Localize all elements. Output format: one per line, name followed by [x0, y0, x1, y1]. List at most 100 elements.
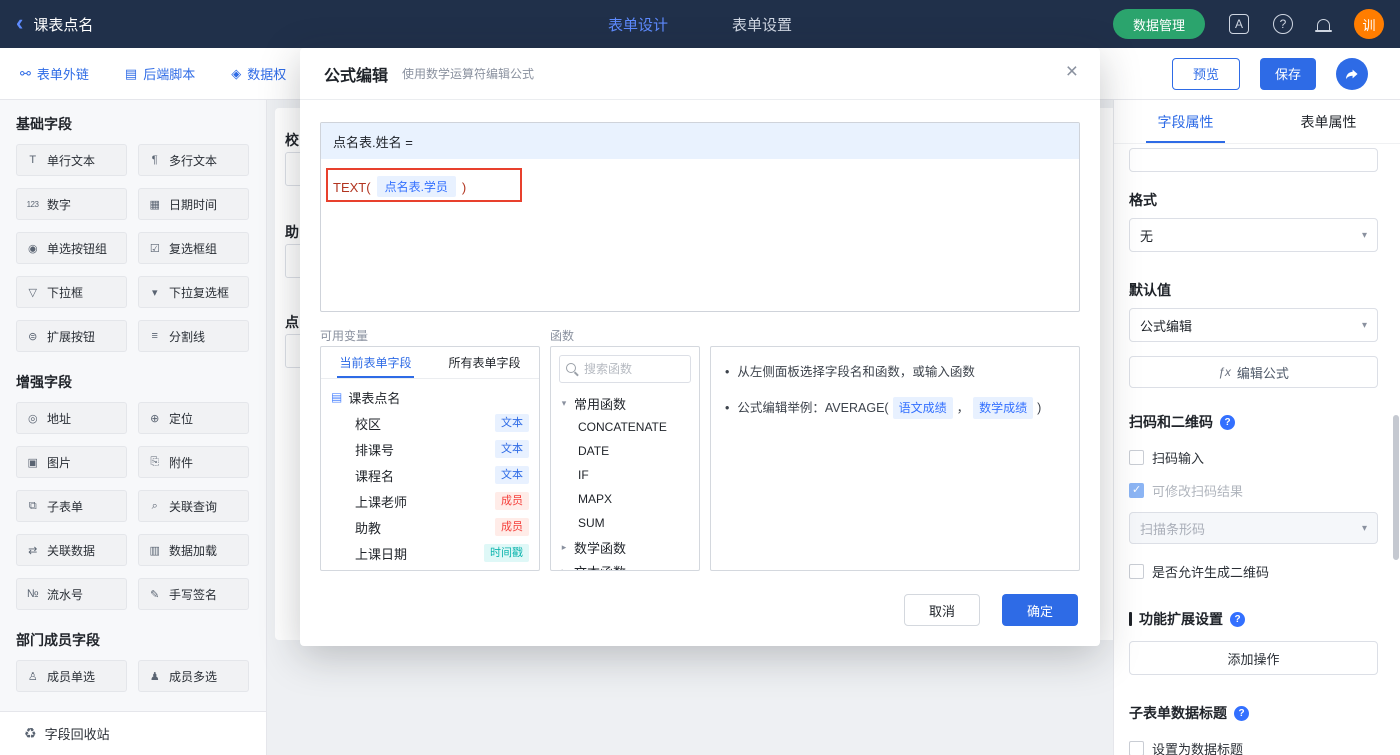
field-button-address[interactable]: ◎ 地址: [16, 402, 127, 434]
translate-icon[interactable]: A: [1229, 14, 1249, 34]
tab-form-design[interactable]: 表单设计: [608, 14, 668, 35]
checkbox-label: 设置为数据标题: [1152, 742, 1244, 755]
tab-all-form-fields[interactable]: 所有表单字段: [430, 347, 539, 378]
field-label: 附件: [169, 455, 194, 470]
question-icon[interactable]: ?: [1220, 414, 1235, 430]
field-button-extend[interactable]: ⊜ 扩展按钮: [16, 320, 127, 352]
tree-root-form[interactable]: ▤ 课表点名: [321, 384, 539, 410]
variables-label: 可用变量: [320, 329, 369, 343]
edit-formula-label: 编辑公式: [1236, 365, 1289, 381]
recycle-label: 字段回收站: [44, 727, 110, 742]
edit-formula-button[interactable]: ƒx 编辑公式: [1129, 356, 1378, 388]
function-item[interactable]: SUM: [551, 511, 699, 535]
avatar[interactable]: 训: [1354, 9, 1384, 39]
example-variable-chip: 数学成绩: [973, 397, 1034, 419]
variables-panel: 当前表单字段 所有表单字段 ▤ 课表点名 校区 文本 排课号 文本 课程名 文本 上课…: [320, 346, 540, 571]
formula-editor[interactable]: TEXT( 点名表.学员 ): [321, 159, 1079, 311]
field-button-member-single[interactable]: ♙ 成员单选: [16, 660, 127, 692]
field-button-checkbox-group[interactable]: ☑ 复选框组: [138, 232, 249, 264]
function-search[interactable]: [559, 355, 691, 383]
field-button-attachment[interactable]: ⎘ 附件: [138, 446, 249, 478]
field-button-data-load[interactable]: ▥ 数据加载: [138, 534, 249, 566]
confirm-button[interactable]: 确定: [1002, 594, 1078, 626]
save-button[interactable]: 保存: [1260, 57, 1316, 90]
field-button-linked-data[interactable]: ⇄ 关联数据: [16, 534, 127, 566]
field-button-linked-query[interactable]: ⌕ 关联查询: [138, 490, 249, 522]
field-label: 流水号: [47, 587, 84, 602]
recycle-icon: ♻: [24, 725, 37, 741]
default-value-select[interactable]: 公式编辑 ▾: [1129, 308, 1378, 342]
function-item[interactable]: CONCATENATE: [551, 415, 699, 439]
function-group-common[interactable]: ▾ 常用函数: [551, 391, 699, 415]
field-button-divider[interactable]: ≡ 分割线: [138, 320, 249, 352]
field-button-member-multi[interactable]: ♟ 成员多选: [138, 660, 249, 692]
variable-item[interactable]: 排课号 文本: [321, 436, 539, 462]
close-icon[interactable]: ×: [1066, 61, 1078, 82]
variable-item[interactable]: 上课老师 成员: [321, 488, 539, 514]
dialog-subtitle: 使用数学运算符编辑公式: [402, 67, 535, 81]
scan-input-checkbox[interactable]: 扫码输入: [1129, 448, 1378, 467]
field-recycle-bin[interactable]: ♻ 字段回收站: [0, 711, 266, 755]
field-button-signature[interactable]: ✎ 手写签名: [138, 578, 249, 610]
topbar-tabs: 表单设计 表单设置: [608, 14, 792, 35]
preview-button[interactable]: 预览: [1172, 57, 1240, 90]
question-icon[interactable]: ?: [1234, 705, 1249, 721]
add-action-button[interactable]: 添加操作: [1129, 641, 1378, 675]
field-button-datetime[interactable]: ▦ 日期时间: [138, 188, 249, 220]
cancel-button[interactable]: 取消: [904, 594, 980, 626]
help-icon[interactable]: ?: [1273, 14, 1293, 34]
function-item[interactable]: MAPX: [551, 487, 699, 511]
formula-variable-chip: 点名表.学员: [376, 176, 456, 197]
variable-item[interactable]: 上课日期 时间戳: [321, 540, 539, 566]
field-button-subform[interactable]: ⧉ 子表单: [16, 490, 127, 522]
share-button[interactable]: [1336, 57, 1368, 90]
function-search-input[interactable]: [584, 362, 684, 376]
radio-icon: ◉: [27, 242, 38, 255]
formula-help-panel: 从左侧面板选择字段名和函数，或输入函数 公式编辑举例：AVERAGE( 语文成绩…: [710, 346, 1080, 571]
example-text: ): [1037, 401, 1042, 415]
field-button-image[interactable]: ▣ 图片: [16, 446, 127, 478]
field-button-dropdown[interactable]: ▽ 下拉框: [16, 276, 127, 308]
field-label: 关联数据: [47, 543, 96, 558]
tab-form-properties[interactable]: 表单属性: [1257, 100, 1400, 143]
function-item[interactable]: DATE: [551, 439, 699, 463]
tab-field-properties[interactable]: 字段属性: [1114, 100, 1257, 143]
function-group-math[interactable]: ▸ 数学函数: [551, 535, 699, 559]
variable-name: 助教: [355, 520, 382, 536]
help-text: 从左侧面板选择字段名和函数，或输入函数: [737, 365, 975, 379]
field-button-single-line-text[interactable]: T 单行文本: [16, 144, 127, 176]
field-button-geolocation[interactable]: ⊕ 定位: [138, 402, 249, 434]
notification-bell-icon[interactable]: [1315, 18, 1332, 32]
form-external-link[interactable]: ⚯ 表单外链: [20, 64, 89, 83]
tab-form-settings[interactable]: 表单设置: [732, 14, 792, 35]
field-button-multi-line-text[interactable]: ¶ 多行文本: [138, 144, 249, 176]
set-data-title-checkbox[interactable]: 设置为数据标题: [1129, 739, 1378, 755]
function-group-text[interactable]: ▸ 文本函数: [551, 559, 699, 571]
back-icon[interactable]: ‹: [16, 11, 23, 34]
field-button-dropdown-multi[interactable]: ▾ 下拉复选框: [138, 276, 249, 308]
backend-script-link[interactable]: ▤ 后端脚本: [125, 64, 195, 83]
data-manage-button[interactable]: 数据管理: [1112, 9, 1205, 39]
divider-icon: ≡: [151, 330, 158, 342]
functions-label: 函数: [550, 329, 575, 343]
field-button-radio-group[interactable]: ◉ 单选按钮组: [16, 232, 127, 264]
variable-item[interactable]: 助教 成员: [321, 514, 539, 540]
function-item[interactable]: IF: [551, 463, 699, 487]
variable-item[interactable]: 校区 文本: [321, 410, 539, 436]
link-label: 表单外链: [36, 67, 89, 82]
tab-current-form-fields[interactable]: 当前表单字段: [321, 347, 430, 378]
field-title-input[interactable]: [1129, 148, 1378, 172]
scan-editable-checkbox[interactable]: 可修改扫码结果: [1129, 481, 1378, 500]
question-icon[interactable]: ?: [1230, 611, 1245, 627]
page-scrollbar-thumb[interactable]: [1393, 415, 1399, 560]
field-button-serial-number[interactable]: № 流水号: [16, 578, 127, 610]
format-select[interactable]: 无 ▾: [1129, 218, 1378, 252]
section-title-text: 扫码和二维码: [1129, 414, 1213, 430]
variable-item[interactable]: 课程名 文本: [321, 462, 539, 488]
data-permission-link[interactable]: ◈ 数据权: [231, 64, 286, 83]
field-label: 下拉复选框: [169, 285, 230, 300]
field-label: 图片: [47, 455, 72, 470]
field-button-number[interactable]: 123 数字: [16, 188, 127, 220]
extend-button-icon: ⊜: [28, 330, 37, 343]
qr-allowed-checkbox[interactable]: 是否允许生成二维码: [1129, 562, 1378, 581]
